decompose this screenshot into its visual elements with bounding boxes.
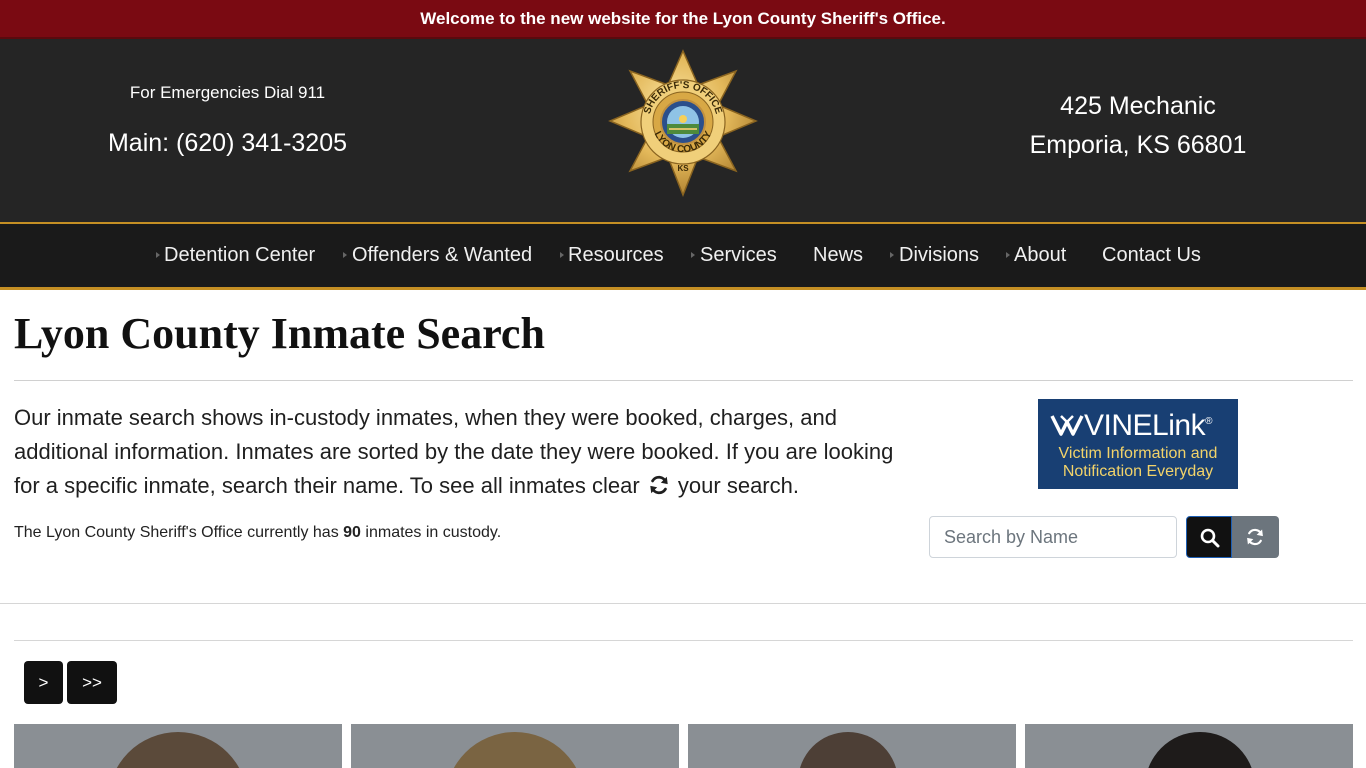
refresh-icon [1247, 528, 1263, 546]
inmate-photo [445, 732, 585, 768]
divider [0, 603, 1366, 604]
search-input[interactable] [929, 516, 1177, 558]
caret-icon [343, 252, 347, 258]
vinelink-tagline: Victim Information and Notification Ever… [1038, 445, 1238, 481]
count-prefix: The Lyon County Sheriff's Office current… [14, 524, 339, 541]
vinelink-banner[interactable]: VINELink® Victim Information and Notific… [1038, 399, 1238, 489]
address-line-2: Emporia, KS 66801 [1029, 131, 1247, 159]
nav-offenders-wanted[interactable]: Offenders & Wanted [352, 224, 532, 287]
main-phone[interactable]: Main: (620) 341-3205 [0, 129, 455, 158]
inmate-photo [1145, 732, 1255, 768]
nav-about[interactable]: About [1014, 224, 1066, 287]
divider [14, 640, 1353, 641]
caret-icon [890, 252, 894, 258]
inmate-photo [108, 732, 248, 768]
nav-services[interactable]: Services [700, 224, 777, 287]
office-address: 425 Mechanic Emporia, KS 66801 [910, 87, 1366, 165]
main-nav: Detention Center Offenders & Wanted Reso… [0, 222, 1366, 290]
search-icon [1200, 528, 1220, 548]
divider [14, 380, 1353, 381]
inmate-card[interactable] [14, 724, 342, 768]
count-value: 90 [343, 524, 361, 541]
vinelink-tagline-2: Notification Everyday [1062, 463, 1214, 480]
next-page-button[interactable]: > [24, 661, 63, 704]
last-page-button[interactable]: >> [67, 661, 117, 704]
address-line-1: 425 Mechanic [1060, 92, 1216, 120]
caret-icon [1006, 252, 1010, 258]
registered-mark: ® [1205, 416, 1212, 427]
emergency-text: For Emergencies Dial 911 [129, 83, 326, 102]
svg-text:KS: KS [677, 164, 689, 173]
vinelink-tagline-1: Victim Information and [1058, 445, 1218, 462]
announcement-bar: Welcome to the new website for the Lyon … [0, 0, 1366, 37]
inmate-card[interactable] [688, 724, 1016, 768]
vinelink-brand-a: VINE [1084, 409, 1153, 442]
site-header: For Emergencies Dial 911 Main: (620) 341… [0, 37, 1366, 223]
caret-icon [156, 252, 160, 258]
refresh-icon [650, 475, 668, 495]
intro-paragraph: Our inmate search shows in-custody inmat… [14, 401, 909, 503]
vine-symbol-icon [1050, 415, 1084, 436]
inmate-photo [798, 732, 898, 768]
vinelink-logo: VINELink® [1050, 409, 1212, 443]
inmate-count: The Lyon County Sheriff's Office current… [14, 524, 501, 542]
caret-icon [691, 252, 695, 258]
count-suffix: inmates in custody. [365, 524, 502, 541]
nav-news[interactable]: News [813, 224, 863, 287]
inmate-card[interactable] [1025, 724, 1353, 768]
inmate-card[interactable] [351, 724, 679, 768]
sheriff-badge-logo[interactable]: SHERIFF'S OFFICE LYON COUNTY KS [606, 49, 760, 197]
search-button[interactable] [1186, 516, 1232, 558]
nav-resources[interactable]: Resources [568, 224, 664, 287]
nav-contact-us[interactable]: Contact Us [1102, 224, 1201, 287]
intro-text-end: your search. [677, 473, 799, 498]
page-title: Lyon County Inmate Search [14, 309, 545, 358]
vinelink-brand-b: Link [1152, 409, 1206, 442]
reset-search-button[interactable] [1232, 516, 1279, 558]
nav-divisions[interactable]: Divisions [899, 224, 979, 287]
caret-icon [560, 252, 564, 258]
nav-detention-center[interactable]: Detention Center [164, 224, 315, 287]
